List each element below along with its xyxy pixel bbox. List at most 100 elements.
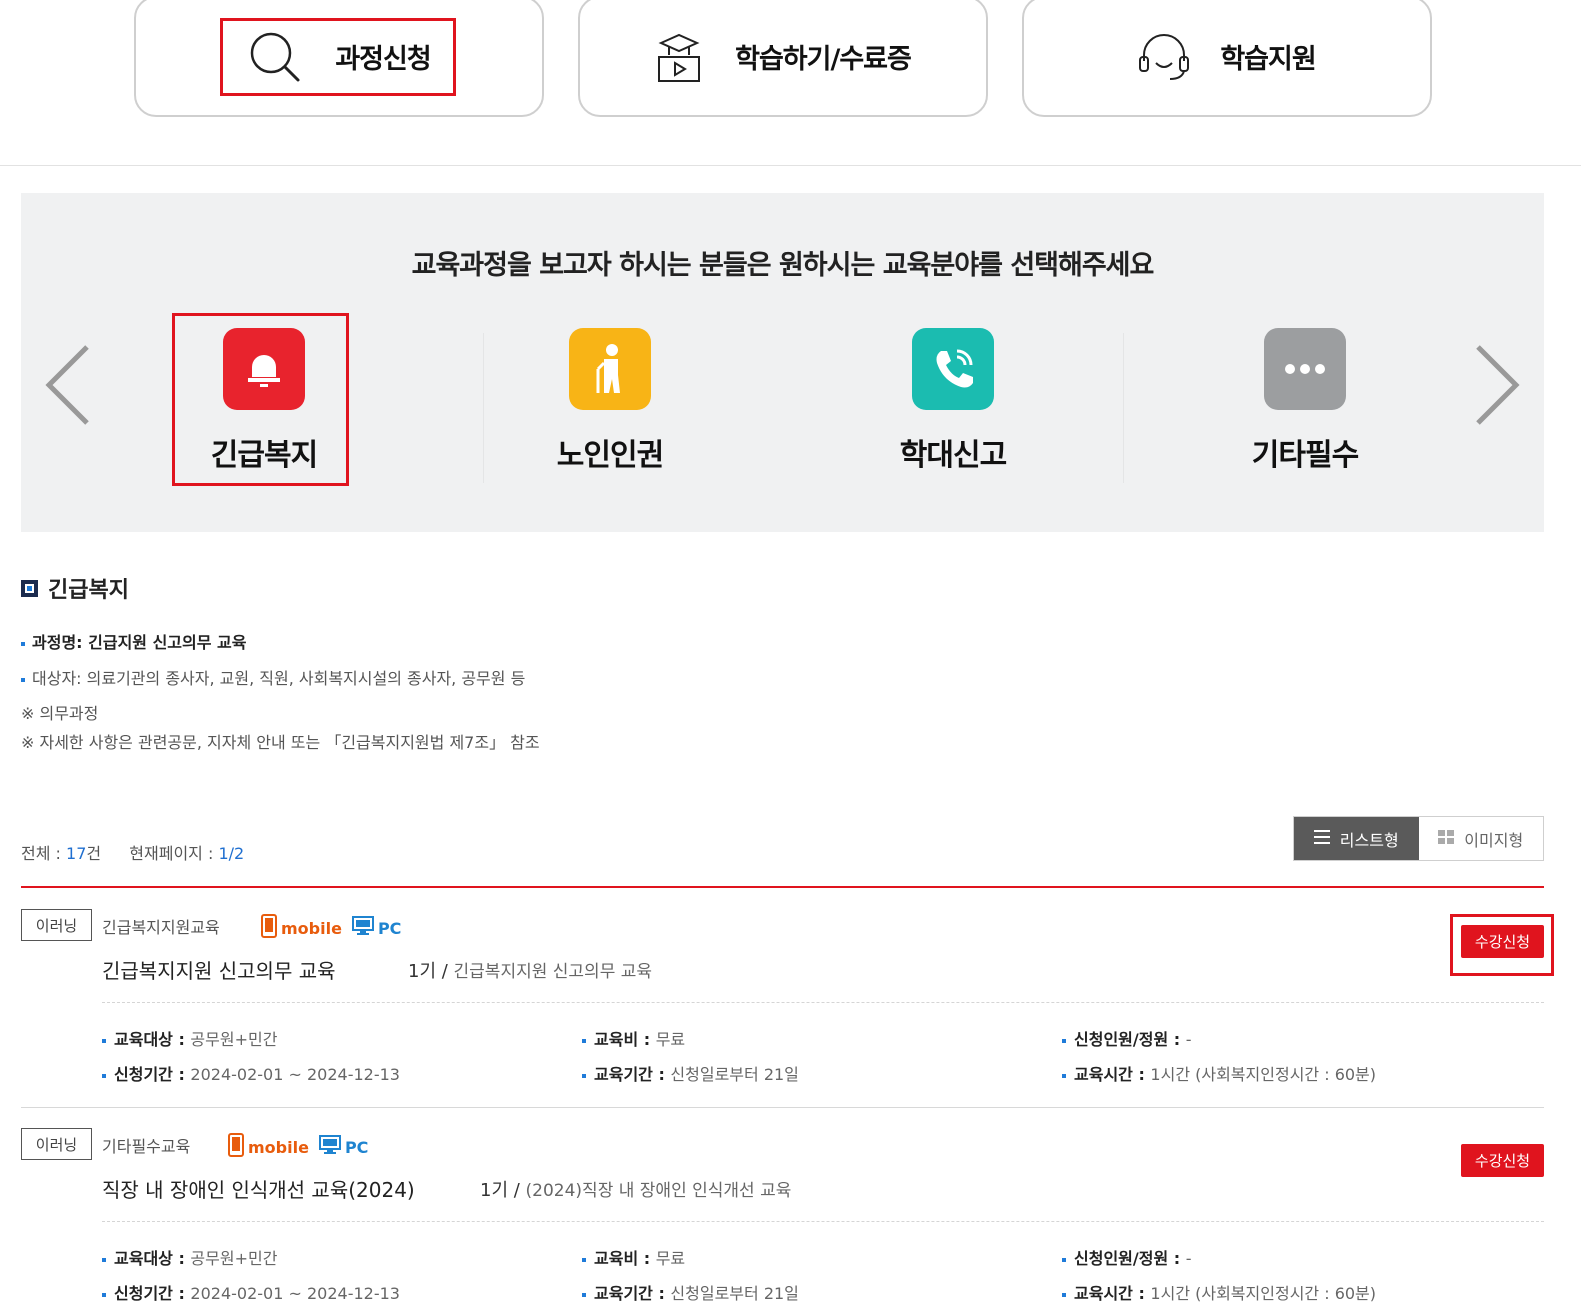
meta-label: 신청인원/정원 :: [1074, 1249, 1186, 1268]
section-square-icon: [21, 579, 38, 597]
bullet: [21, 677, 25, 682]
mobile-label: mobile: [248, 1137, 309, 1157]
meta-capacity: 신청인원/정원 : -: [1062, 1026, 1191, 1050]
meta-value: -: [1185, 1030, 1192, 1049]
pc-icon: [318, 1135, 341, 1159]
category-divider: [483, 333, 484, 483]
meta-value: 신청일로부터 21일: [670, 1284, 799, 1303]
pc-icon: [351, 916, 374, 940]
list-view-label: 리스트형: [1339, 830, 1399, 850]
meta-target: 교육대상 : 공무원+민간: [102, 1245, 277, 1269]
pc-label: PC: [344, 1137, 369, 1157]
meta-value: 공무원+민간: [190, 1249, 278, 1268]
apply-button[interactable]: 수강신청: [1461, 1144, 1544, 1177]
list-view-button[interactable]: 리스트형: [1294, 817, 1419, 860]
meta-edu-period: 교육기간 : 신청일로부터 21일: [582, 1061, 799, 1085]
meta-label: 교육시간 :: [1074, 1284, 1151, 1303]
page-value: 1/2: [218, 844, 245, 863]
course-category: 기타필수교육: [102, 1137, 191, 1156]
meta-edu-period: 교육기간 : 신청일로부터 21일: [582, 1280, 799, 1304]
image-view-label: 이미지형: [1464, 830, 1524, 850]
term-name: 긴급복지지원 신고의무 교육: [453, 962, 653, 982]
highlight-box-category: [172, 313, 349, 486]
course-name-line: 과정명: 긴급지원 신고의무 교육: [21, 629, 246, 653]
headset-icon: [1138, 31, 1190, 83]
meta-fee: 교육비 : 무료: [582, 1026, 685, 1050]
total-unit: 건: [86, 844, 102, 863]
bullet: [21, 641, 25, 646]
category-other-required[interactable]: 기타필수: [1215, 328, 1395, 474]
meta-label: 교육시간 :: [1074, 1065, 1151, 1084]
nav-study-certificate-label: 학습하기/수료증: [735, 44, 912, 75]
total-value: 17: [66, 844, 87, 863]
nav-learning-support-button[interactable]: 학습지원: [1022, 0, 1432, 117]
meta-label: 신청기간 :: [114, 1065, 191, 1084]
meta-value: -: [1185, 1249, 1192, 1268]
section-title: 긴급복지: [48, 578, 129, 603]
course-term: 1기 / (2024)직장 내 장애인 인식개선 교육: [480, 1176, 791, 1202]
nav-study-certificate-button[interactable]: 학습하기/수료증: [578, 0, 988, 117]
prev-arrow-icon[interactable]: [43, 343, 91, 431]
target-text: 대상자: 의료기관의 종사자, 교원, 직원, 사회복지시설의 종사자, 공무원…: [32, 669, 526, 688]
mobile-label: mobile: [281, 918, 342, 938]
meta-value: 1시간 (사회복지인정시간 : 60분): [1150, 1284, 1377, 1303]
dashed-divider: [102, 1221, 1544, 1222]
section-heading: 긴급복지: [21, 572, 129, 604]
course-separator: [21, 1107, 1544, 1108]
meta-capacity: 신청인원/정원 : -: [1062, 1245, 1191, 1269]
mobile-icon: [228, 1133, 244, 1161]
category-label: 학대신고: [899, 438, 1007, 473]
category-elderly-rights[interactable]: 노인인권: [520, 328, 700, 474]
meta-value: 신청일로부터 21일: [670, 1065, 799, 1084]
term-number: 1기: [480, 1180, 509, 1201]
note-line-2: ※ 자세한 사항은 관련공문, 지자체 안내 또는 「긴급복지지원법 제7조」 …: [21, 733, 540, 752]
meta-fee: 교육비 : 무료: [582, 1245, 685, 1269]
list-icon: [1313, 829, 1330, 848]
image-view-button[interactable]: 이미지형: [1418, 817, 1543, 860]
study-icon: [655, 29, 703, 85]
term-separator: /: [508, 1180, 526, 1201]
top-nav: 과정신청 학습하기/수료증 학습지원: [0, 0, 1581, 166]
meta-value: 무료: [655, 1249, 686, 1268]
meta-label: 신청기간 :: [114, 1284, 191, 1303]
meta-edu-time: 교육시간 : 1시간 (사회복지인정시간 : 60분): [1062, 1061, 1376, 1085]
meta-value: 2024-02-01 ~ 2024-12-13: [190, 1065, 400, 1084]
meta-value: 공무원+민간: [190, 1030, 278, 1049]
device-support: mobile PC: [261, 914, 401, 942]
course-title[interactable]: 긴급복지지원 신고의무 교육: [102, 955, 336, 984]
course-name-text: 과정명: 긴급지원 신고의무 교육: [32, 633, 247, 652]
course-type-tag: 이러닝: [21, 1128, 92, 1160]
term-number: 1기: [408, 961, 437, 982]
meta-value: 1시간 (사회복지인정시간 : 60분): [1150, 1065, 1377, 1084]
meta-label: 교육기간 :: [594, 1065, 671, 1084]
page-label: 현재페이지 :: [129, 844, 219, 863]
category-abuse-report[interactable]: 학대신고: [863, 328, 1043, 474]
meta-label: 교육기간 :: [594, 1284, 671, 1303]
more-icon: [1264, 328, 1346, 410]
meta-label: 교육비 :: [594, 1030, 656, 1049]
total-label: 전체 :: [21, 844, 67, 863]
grid-icon: [1438, 829, 1455, 848]
highlight-box-apply: [1450, 914, 1554, 976]
term-separator: /: [436, 961, 454, 982]
course-title[interactable]: 직장 내 장애인 인식개선 교육(2024): [102, 1174, 415, 1203]
meta-label: 교육대상 :: [114, 1249, 191, 1268]
dashed-divider: [102, 1002, 1544, 1003]
course-type-tag: 이러닝: [21, 909, 92, 941]
list-top-divider: [21, 886, 1544, 888]
device-support: mobile PC: [228, 1133, 368, 1161]
pc-label: PC: [377, 918, 402, 938]
phone-icon: [912, 328, 994, 410]
meta-target: 교육대상 : 공무원+민간: [102, 1026, 277, 1050]
list-counts: 전체 : 17건 현재페이지 : 1/2: [21, 840, 244, 864]
target-line: 대상자: 의료기관의 종사자, 교원, 직원, 사회복지시설의 종사자, 공무원…: [21, 665, 525, 689]
view-toggle: 리스트형 이미지형: [1293, 816, 1544, 861]
category-divider: [1123, 333, 1124, 483]
category-panel-title: 교육과정을 보고자 하시는 분들은 원하시는 교육분야를 선택해주세요: [411, 250, 1155, 281]
meta-value: 무료: [655, 1030, 686, 1049]
meta-label: 교육비 :: [594, 1249, 656, 1268]
next-arrow-icon[interactable]: [1474, 343, 1522, 431]
course-category: 긴급복지지원교육: [102, 918, 220, 937]
note-line-1: ※ 의무과정: [21, 704, 99, 723]
nav-learning-support-label: 학습지원: [1220, 44, 1316, 75]
